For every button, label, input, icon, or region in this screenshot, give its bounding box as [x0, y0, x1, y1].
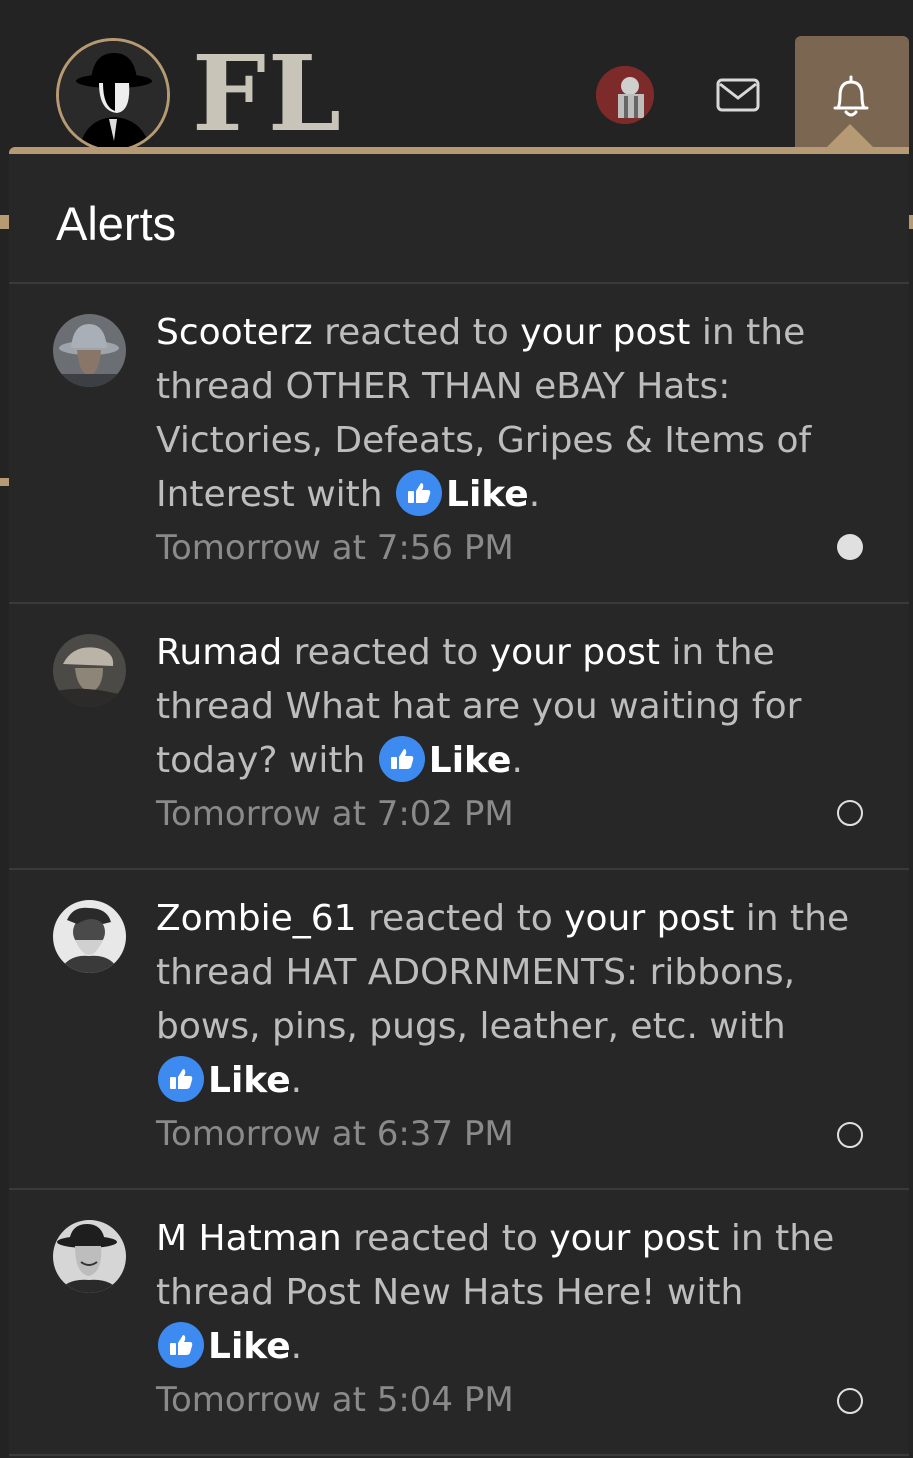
- alert-item[interactable]: Rumad reacted to your post in the thread…: [9, 604, 909, 870]
- alert-with: with: [306, 474, 383, 515]
- page-edge-accent: [909, 215, 913, 229]
- mark-read-toggle[interactable]: [837, 800, 863, 826]
- mark-read-toggle[interactable]: [837, 1388, 863, 1414]
- like-reaction-icon: [378, 736, 425, 782]
- alert-username[interactable]: Scooterz: [156, 312, 313, 353]
- bell-icon: [833, 75, 869, 117]
- dropdown-caret: [826, 124, 874, 148]
- alerts-dropdown: Alerts Scooterz reacted to your post in …: [9, 147, 909, 1458]
- alert-username[interactable]: Zombie_61: [156, 898, 357, 939]
- punctuation: .: [528, 474, 541, 515]
- reaction-label: Like: [428, 740, 512, 781]
- site-logo-emblem[interactable]: [56, 38, 170, 152]
- alert-time: Tomorrow at 5:04 PM: [156, 1380, 514, 1420]
- alert-post-link[interactable]: your post: [549, 1218, 719, 1259]
- alert-text: Zombie_61 reacted to your post in the th…: [156, 892, 866, 1160]
- alert-with: with: [709, 1006, 786, 1047]
- mail-icon[interactable]: [712, 72, 764, 120]
- alert-verb: reacted to: [324, 312, 509, 353]
- mark-read-toggle[interactable]: [837, 534, 863, 560]
- alert-item[interactable]: Scooterz reacted to your post in the thr…: [9, 284, 909, 604]
- alert-text: Scooterz reacted to your post in the thr…: [156, 306, 866, 574]
- alert-verb: reacted to: [353, 1218, 538, 1259]
- alert-post-link[interactable]: your post: [490, 632, 660, 673]
- reaction-label: Like: [446, 474, 529, 515]
- site-logo-text[interactable]: FL: [192, 42, 343, 146]
- alert-thread-title[interactable]: Post New Hats Here!: [285, 1272, 655, 1313]
- alert-item[interactable]: Zombie_61 reacted to your post in the th…: [9, 870, 909, 1190]
- alert-time: Tomorrow at 6:37 PM: [156, 1114, 514, 1154]
- reaction-label: Like: [208, 1060, 291, 1101]
- alert-item[interactable]: M Hatman reacted to your post in the thr…: [9, 1190, 909, 1456]
- alert-with: with: [288, 740, 366, 781]
- alert-text: M Hatman reacted to your post in the thr…: [156, 1212, 866, 1426]
- alert-post-link[interactable]: your post: [520, 312, 690, 353]
- alert-verb: reacted to: [368, 898, 553, 939]
- alert-time: Tomorrow at 7:02 PM: [156, 794, 514, 834]
- site-header: FL: [0, 0, 913, 155]
- alerts-header: Alerts: [9, 154, 909, 284]
- alert-username[interactable]: Rumad: [156, 632, 282, 673]
- avatar[interactable]: [53, 900, 126, 973]
- like-reaction-icon: [158, 1056, 204, 1102]
- punctuation: .: [290, 1326, 303, 1367]
- alert-time: Tomorrow at 7:56 PM: [156, 528, 514, 568]
- like-reaction-icon: [396, 470, 443, 516]
- alert-with: with: [666, 1272, 744, 1313]
- avatar[interactable]: [53, 314, 126, 387]
- alert-text: Rumad reacted to your post in the thread…: [156, 626, 866, 840]
- avatar[interactable]: [53, 1220, 126, 1293]
- like-reaction-icon: [158, 1322, 204, 1368]
- avatar[interactable]: [53, 634, 126, 707]
- punctuation: .: [290, 1060, 303, 1101]
- mark-read-toggle[interactable]: [837, 1122, 863, 1148]
- alert-verb: reacted to: [293, 632, 479, 673]
- user-avatar-icon[interactable]: [596, 66, 654, 124]
- punctuation: .: [511, 740, 523, 781]
- alert-username[interactable]: M Hatman: [156, 1218, 342, 1259]
- alerts-title[interactable]: Alerts: [56, 196, 176, 251]
- alert-post-link[interactable]: your post: [564, 898, 734, 939]
- reaction-label: Like: [208, 1326, 291, 1367]
